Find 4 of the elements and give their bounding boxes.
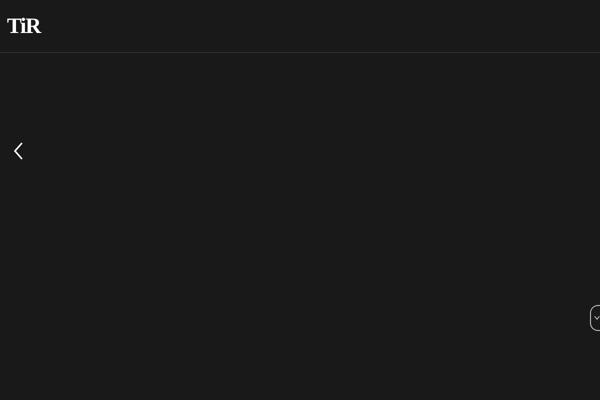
logo[interactable]: TiR [7,13,40,39]
scroll-down-button[interactable] [590,305,600,331]
chevron-down-icon [594,314,600,322]
chevron-left-icon [14,142,24,160]
